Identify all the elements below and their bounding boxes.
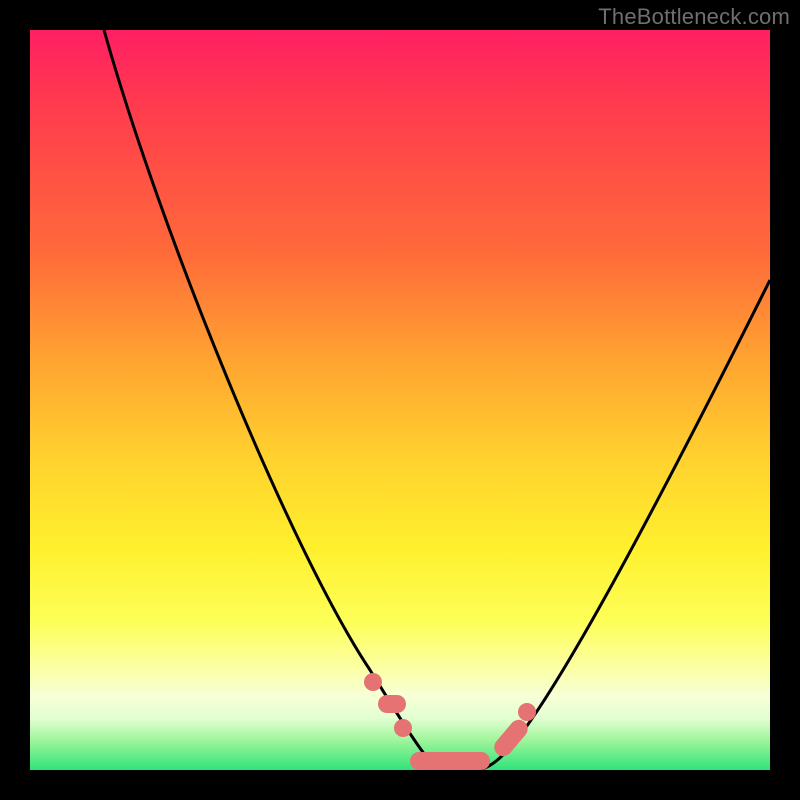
marker-dot	[364, 673, 382, 691]
marker-pill	[410, 752, 490, 770]
right-curve	[478, 280, 770, 770]
chart-frame: TheBottleneck.com	[0, 0, 800, 800]
marker-dot	[518, 703, 536, 721]
plot-area	[30, 30, 770, 770]
marker-pill	[491, 716, 532, 760]
valley-markers-group	[364, 673, 536, 770]
curve-layer	[30, 30, 770, 770]
left-curve	[104, 30, 444, 770]
watermark-text: TheBottleneck.com	[598, 4, 790, 30]
marker-pill	[378, 695, 406, 713]
marker-dot	[394, 719, 412, 737]
